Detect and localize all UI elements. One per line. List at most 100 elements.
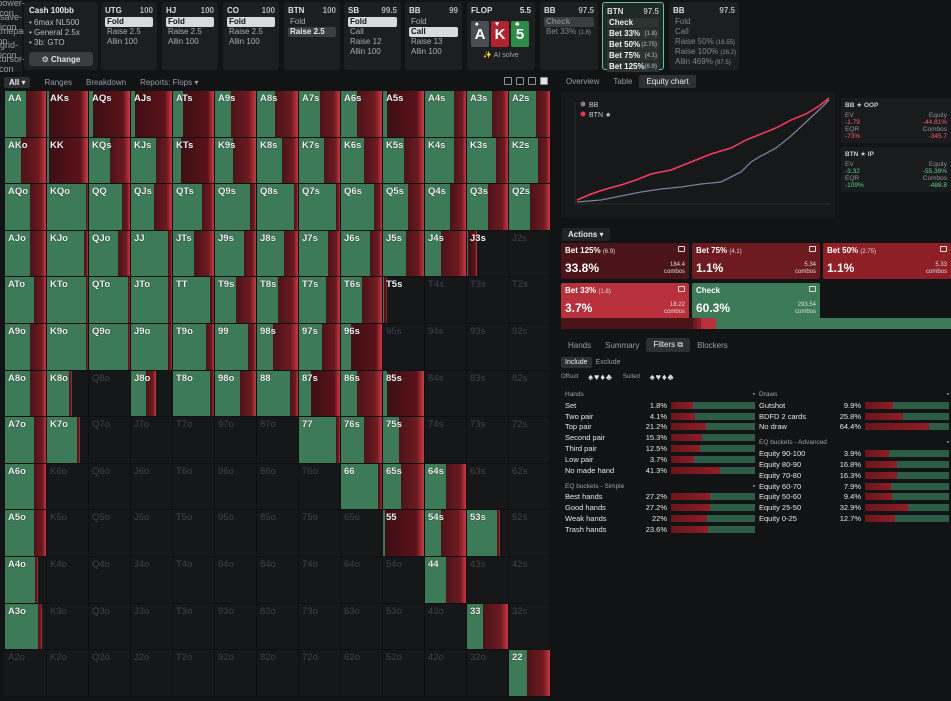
hand-cell[interactable]: K6s — [341, 137, 383, 185]
position-btn[interactable]: BTN 100 Fold Raise 2.5 — [284, 2, 340, 70]
hand-cell[interactable]: 85s — [383, 370, 425, 418]
hand-cell[interactable]: KQo — [47, 184, 89, 231]
hand-cell[interactable]: ATs — [173, 91, 215, 138]
bb-response-node[interactable]: BB 97.5 Fold Call Raise 50% (16.55) Raise 1… — [669, 2, 739, 70]
hand-cell[interactable]: A6s — [341, 91, 383, 138]
hand-cell[interactable]: 92o — [215, 650, 257, 697]
hand-cell[interactable]: 87s — [299, 370, 341, 418]
hand-cell[interactable]: 75o — [299, 510, 341, 557]
action-option[interactable]: Fold — [409, 17, 458, 27]
hand-cell[interactable]: K8s — [257, 137, 299, 185]
hand-cell[interactable]: QTs — [173, 184, 215, 231]
action-option[interactable]: Fold — [105, 17, 153, 27]
hand-cell[interactable]: AQo — [5, 184, 47, 231]
hand-cell[interactable]: Q3s — [467, 184, 509, 231]
hand-cell[interactable]: Q3o — [89, 603, 131, 651]
tab-summary[interactable]: Summary — [598, 339, 646, 352]
hand-cell[interactable]: T7o — [173, 417, 215, 464]
hand-cell[interactable]: 33 — [467, 603, 509, 651]
hand-cell[interactable]: 42o — [425, 650, 467, 697]
filter-row[interactable]: No made hand 41.3% — [565, 465, 755, 476]
hand-cell[interactable]: 72s — [509, 417, 551, 464]
hand-cell[interactable]: 62o — [341, 650, 383, 697]
hand-cell[interactable]: K9o — [47, 323, 89, 371]
hand-cell[interactable]: 86s — [341, 370, 383, 418]
hand-cell[interactable]: 94o — [215, 556, 257, 604]
hand-cell[interactable]: A5s — [383, 91, 425, 138]
position-bb[interactable]: BB 99 Fold Call Raise 13 Allin 100 — [405, 2, 462, 70]
hand-cell[interactable]: ATo — [5, 277, 47, 324]
hand-cell[interactable]: 95s — [383, 323, 425, 371]
action-box[interactable]: Bet 33% (1.8) 3.7% 18.22 combos — [561, 283, 689, 319]
node-action[interactable]: Allin 469% (97.5) — [673, 57, 735, 67]
hand-cell[interactable]: KTs — [173, 137, 215, 185]
filter-row[interactable]: Two pair 4.1% — [565, 411, 755, 422]
node-action[interactable]: Bet 50% (2.75) — [607, 40, 659, 50]
hand-cell[interactable]: 93o — [215, 603, 257, 651]
hand-cell[interactable]: KK — [47, 137, 89, 185]
tab-equity-chart[interactable]: Equity chart — [639, 74, 696, 88]
hand-cell[interactable]: JTs — [173, 230, 215, 278]
filter-row[interactable]: Equity 0-25 12.7% — [759, 513, 949, 524]
hand-cell[interactable]: 76o — [299, 463, 341, 511]
hand-cell[interactable]: 88 — [257, 370, 299, 418]
hand-cell[interactable]: A7s — [299, 91, 341, 138]
hand-cell[interactable]: 42s — [509, 556, 551, 604]
filter-row[interactable]: Best hands 27.2% — [565, 492, 755, 503]
filter-row[interactable]: Equity 70-80 16.3% — [759, 470, 949, 481]
position-sb[interactable]: SB 99.5 Fold Call Raise 12 Allin 100 — [344, 2, 401, 70]
filter-row[interactable]: BDFD 2 cards 25.8% — [759, 411, 949, 422]
hand-cell[interactable]: J6o — [131, 463, 173, 511]
hand-cell[interactable]: 96o — [215, 463, 257, 511]
hand-cell[interactable]: 65o — [341, 510, 383, 557]
copy-icon[interactable] — [809, 286, 816, 292]
hand-cell[interactable]: T3o — [173, 603, 215, 651]
hand-cell[interactable]: 54o — [383, 556, 425, 604]
filter-row[interactable]: Top pair 21.2% — [565, 422, 755, 433]
filter-row[interactable]: Gutshot 9.9% — [759, 400, 949, 411]
hand-cell[interactable]: 64o — [341, 556, 383, 604]
hand-cell[interactable]: 82s — [509, 370, 551, 418]
hand-cell[interactable]: T8o — [173, 370, 215, 418]
hand-cell[interactable]: QJo — [89, 230, 131, 278]
section-icon[interactable]: ▪ — [753, 391, 755, 398]
hand-cell[interactable]: J7s — [299, 230, 341, 278]
hand-cell[interactable]: T4s — [425, 277, 467, 324]
action-option[interactable]: Fold — [288, 17, 336, 27]
action-option[interactable]: Raise 2.5 — [227, 27, 275, 37]
tab-ranges[interactable]: Ranges — [44, 78, 72, 87]
filter-row[interactable]: Good hands 27.2% — [565, 502, 755, 513]
btn-flop-node[interactable]: BTN 97.5 Check Bet 33% (1.8) Bet 50% (2.75)… — [602, 2, 664, 72]
hand-cell[interactable]: 52o — [383, 650, 425, 697]
action-option[interactable]: Call — [409, 27, 458, 37]
hand-cell[interactable]: A7o — [5, 417, 47, 464]
hand-cell[interactable]: 97o — [215, 417, 257, 464]
hand-cell[interactable]: T3s — [467, 277, 509, 324]
view-icon[interactable] — [516, 77, 524, 85]
action-option[interactable]: Fold — [166, 17, 214, 27]
hand-cell[interactable]: QJs — [131, 184, 173, 231]
hand-cell[interactable]: Q4s — [425, 184, 467, 231]
hand-cell[interactable]: K4s — [425, 137, 467, 185]
hand-cell[interactable]: 64s — [425, 463, 467, 511]
view-icon[interactable] — [528, 77, 536, 85]
hand-cell[interactable]: K3o — [47, 603, 89, 651]
tab-hands[interactable]: Hands — [561, 339, 598, 352]
action-box[interactable]: Bet 50% (2.75) 1.1% 5.33 combos — [823, 243, 951, 279]
tab-blockers[interactable]: Blockers — [690, 339, 735, 352]
filter-row[interactable]: Third pair 12.5% — [565, 443, 755, 454]
hand-cell[interactable]: A2s — [509, 91, 551, 138]
hand-cell[interactable]: 22 — [509, 650, 551, 697]
hand-cell[interactable]: J7o — [131, 417, 173, 464]
action-box[interactable]: Bet 125% (6.9) 33.8% 184.4 combos — [561, 243, 689, 279]
filter-row[interactable]: Set 1.8% — [565, 400, 755, 411]
hand-cell[interactable]: A9o — [5, 323, 47, 371]
node-action[interactable]: Check — [607, 18, 659, 28]
hand-cell[interactable]: 93s — [467, 323, 509, 371]
hand-cell[interactable]: K5o — [47, 510, 89, 557]
hand-cell[interactable]: 96s — [341, 323, 383, 371]
hand-cell[interactable]: 44 — [425, 556, 467, 604]
action-option[interactable]: Raise 2.5 — [166, 27, 214, 37]
hand-cell[interactable]: J8s — [257, 230, 299, 278]
hand-cell[interactable]: A4s — [425, 91, 467, 138]
